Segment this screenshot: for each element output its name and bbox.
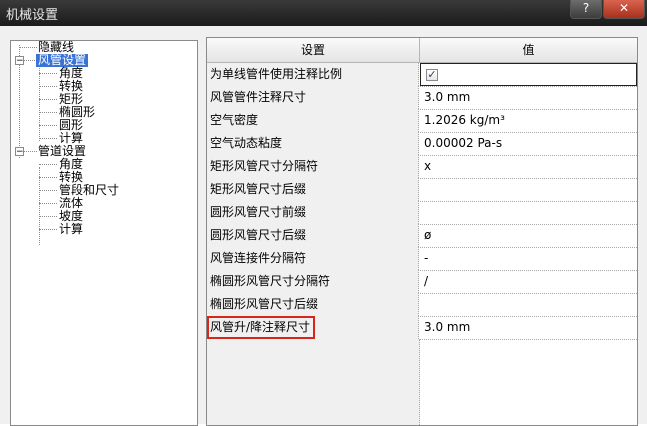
table-row[interactable]: 矩形风管尺寸后缀 [207, 178, 637, 202]
collapse-toggle-icon[interactable]: − [15, 147, 24, 157]
setting-value[interactable]: x [420, 155, 637, 178]
tree-line [24, 151, 37, 152]
tree-line [39, 125, 57, 126]
tree-line [39, 177, 57, 178]
highlight-annotation-box [207, 316, 315, 339]
settings-grid: 设置 值 为单线管件使用注释比例 ✓ 风管管件注释尺寸 3.0 mm 空气密度 … [206, 37, 638, 426]
tree-line [39, 86, 57, 87]
title-bar: 机械设置 ? ✕ [0, 0, 647, 26]
help-button[interactable]: ? [570, 0, 602, 19]
tree-line [39, 167, 40, 245]
setting-value[interactable]: - [420, 247, 637, 270]
column-header-setting[interactable]: 设置 [207, 38, 420, 63]
table-row[interactable]: 圆形风管尺寸前缀 [207, 201, 637, 225]
setting-name: 矩形风管尺寸后缀 [207, 178, 419, 201]
setting-value[interactable]: 0.00002 Pa-s [420, 132, 637, 155]
window-title: 机械设置 [6, 8, 59, 23]
tree-line [19, 47, 37, 48]
tree-line [39, 112, 57, 113]
setting-name: 椭圆形风管尺寸后缀 [207, 293, 419, 316]
close-button[interactable]: ✕ [603, 0, 645, 19]
setting-value[interactable]: / [420, 270, 637, 293]
table-row[interactable]: 风管升/降注释尺寸 3.0 mm [207, 316, 637, 340]
tree-line [39, 164, 57, 165]
table-row[interactable]: 空气动态粘度 0.00002 Pa-s [207, 132, 637, 156]
table-row[interactable]: 椭圆形风管尺寸分隔符 / [207, 270, 637, 294]
tree-line [39, 190, 57, 191]
setting-value[interactable]: 3.0 mm [420, 316, 637, 339]
setting-value[interactable] [420, 293, 637, 316]
tree-line [39, 203, 57, 204]
tree-line [39, 138, 57, 139]
setting-name: 风管管件注释尺寸 [207, 86, 419, 109]
tree-line [39, 73, 57, 74]
table-row[interactable]: 椭圆形风管尺寸后缀 [207, 293, 637, 317]
annotation-scale-checkbox[interactable]: ✓ [426, 69, 438, 81]
tree-line [39, 99, 57, 100]
tree-line [39, 63, 40, 141]
setting-value[interactable] [420, 178, 637, 201]
tree-line [39, 229, 57, 230]
table-row[interactable]: 矩形风管尺寸分隔符 x [207, 155, 637, 179]
setting-name: 风管连接件分隔符 [207, 247, 419, 270]
table-row[interactable]: 空气密度 1.2026 kg/m³ [207, 109, 637, 133]
grid-empty-area [207, 339, 420, 425]
setting-value[interactable] [420, 201, 637, 224]
setting-value[interactable]: 1.2026 kg/m³ [420, 109, 637, 132]
column-header-value[interactable]: 值 [420, 38, 637, 63]
setting-name: 空气动态粘度 [207, 132, 419, 155]
setting-name: 椭圆形风管尺寸分隔符 [207, 270, 419, 293]
setting-name: 圆形风管尺寸后缀 [207, 224, 419, 247]
setting-name: 圆形风管尺寸前缀 [207, 201, 419, 224]
collapse-toggle-icon[interactable]: − [15, 56, 24, 66]
tree-line [39, 216, 57, 217]
setting-name: 矩形风管尺寸分隔符 [207, 155, 419, 178]
settings-tree[interactable]: − − 隐藏线 风管设置 角度 转换 矩形 椭圆形 圆形 计算 管道设置 角度 … [10, 40, 198, 426]
tree-item-pipe-calculation[interactable]: 计算 [59, 223, 83, 236]
table-row[interactable]: 风管管件注释尺寸 3.0 mm [207, 86, 637, 110]
setting-value[interactable]: 3.0 mm [420, 86, 637, 109]
table-row[interactable]: 风管连接件分隔符 - [207, 247, 637, 271]
table-row[interactable]: 圆形风管尺寸后缀 ø [207, 224, 637, 248]
setting-name: 为单线管件使用注释比例 [207, 63, 419, 86]
setting-value-cell[interactable]: ✓ [420, 63, 637, 86]
setting-name: 空气密度 [207, 109, 419, 132]
setting-value[interactable]: ø [420, 224, 637, 247]
table-row[interactable]: 为单线管件使用注释比例 ✓ [207, 63, 637, 87]
